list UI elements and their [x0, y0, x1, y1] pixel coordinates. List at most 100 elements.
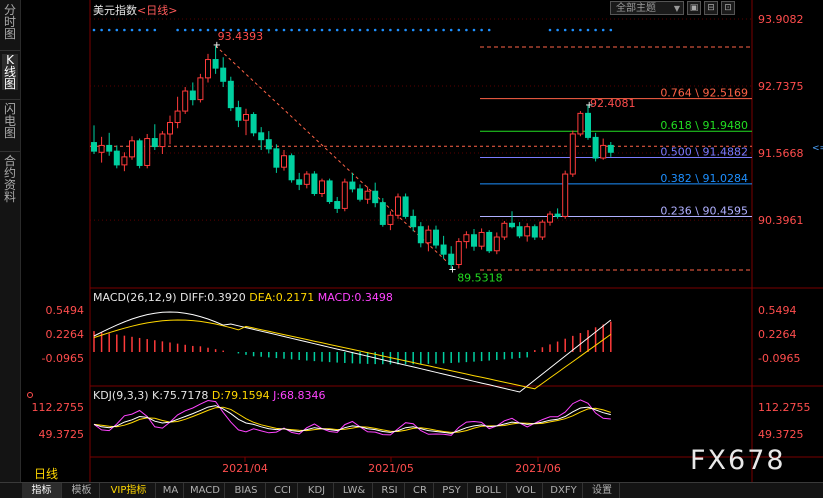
candle-body: [174, 110, 181, 124]
low-annotation: 89.5318: [457, 272, 503, 285]
candle-body: [258, 132, 265, 141]
candle-body: [334, 201, 341, 209]
signal-dot: [328, 28, 331, 32]
signal-dot: [586, 28, 590, 32]
candle-body: [144, 138, 151, 166]
signal-dot: [176, 28, 179, 32]
macd-axis-label: 0.2264: [758, 328, 797, 341]
tab-设置[interactable]: 设置: [585, 483, 620, 498]
period-label[interactable]: 日线: [34, 465, 58, 482]
tab-指标[interactable]: 指标: [22, 483, 62, 498]
signal-dot: [556, 28, 559, 32]
signal-dot: [343, 28, 347, 32]
candle-body: [227, 80, 234, 109]
tab-模板[interactable]: 模板: [64, 483, 100, 498]
signal-dot: [563, 28, 567, 32]
signal-dot: [123, 28, 126, 32]
instrument-name: 美元指数: [93, 4, 137, 17]
candle-body: [243, 114, 249, 121]
candle-body: [379, 202, 386, 225]
fib-label: 0.618 \ 91.9480: [660, 119, 748, 132]
tab-cr[interactable]: CR: [407, 483, 434, 498]
signal-dot: [579, 28, 582, 32]
candle-body: [167, 122, 173, 135]
price-axis-label: 93.9082: [758, 13, 804, 26]
tab-lw-[interactable]: LW&: [336, 483, 373, 498]
candle-body: [212, 59, 219, 69]
trend-line: [215, 45, 452, 267]
candle-body: [448, 253, 455, 265]
tab-vol[interactable]: VOL: [509, 483, 543, 498]
signal-dot: [396, 28, 400, 32]
tab-kdj[interactable]: KDJ: [300, 483, 334, 498]
candle-body: [311, 173, 318, 195]
tab-psy[interactable]: PSY: [436, 483, 468, 498]
signal-dot: [351, 28, 354, 32]
kdj-k-line: [93, 405, 611, 434]
candle-body: [493, 236, 500, 252]
signal-dot: [594, 28, 597, 32]
signal-dot: [548, 28, 552, 32]
candle-body: [326, 180, 333, 203]
candle-body: [531, 226, 538, 238]
candle-body: [296, 179, 303, 185]
signal-dot: [373, 28, 377, 32]
kdj-d: D:79.1594: [211, 389, 270, 402]
tab-bias[interactable]: BIAS: [227, 483, 266, 498]
candle-body: [547, 213, 553, 223]
signal-dot: [487, 28, 491, 32]
tab-ma[interactable]: MA: [158, 483, 184, 498]
price-axis-label: 92.7375: [758, 80, 804, 93]
candle-body: [387, 214, 394, 225]
signal-dot: [480, 28, 483, 32]
tab-boll[interactable]: BOLL: [470, 483, 507, 498]
candle-body: [455, 241, 462, 265]
tab-rsi[interactable]: RSI: [375, 483, 405, 498]
recent-high-marker: +: [585, 100, 593, 111]
macd-dea: DEA:0.2171: [249, 291, 315, 304]
x-axis-label: 2021/05: [368, 462, 414, 475]
tab-cci[interactable]: CCI: [268, 483, 298, 498]
signal-dot: [449, 28, 453, 32]
candle-body: [463, 234, 470, 243]
tab-macd[interactable]: MACD: [186, 483, 225, 498]
candle-body: [501, 222, 508, 238]
candle-body: [220, 67, 227, 82]
theme-dropdown[interactable]: 全部主题 ▼: [610, 1, 684, 15]
candle-body: [433, 229, 439, 246]
candle-body: [151, 138, 158, 148]
fib-label: 0.500 \ 91.4882: [660, 146, 748, 159]
window-restore-icon[interactable]: ▣: [687, 1, 701, 15]
signal-dot: [366, 28, 369, 32]
minimize-icon[interactable]: ⊟: [704, 1, 718, 15]
low-marker: +: [448, 265, 456, 276]
kdj-k: K:75.7178: [152, 389, 209, 402]
candle-body: [159, 133, 166, 148]
candle-body: [471, 234, 477, 247]
signal-dot: [335, 28, 339, 32]
tab-dxfy[interactable]: DXFY: [545, 483, 583, 498]
signal-dot: [290, 28, 293, 32]
candle-body: [281, 155, 287, 168]
signal-dot: [191, 28, 195, 32]
candle-body: [562, 173, 569, 217]
candle-body: [189, 90, 196, 101]
macd-axis-label-left: 0.2264: [46, 328, 85, 341]
candle-body: [478, 231, 485, 247]
tab-vip指标[interactable]: VIP指标: [102, 483, 156, 498]
fib-label: 0.382 \ 91.0284: [660, 172, 748, 185]
fib-label: 0.764 \ 92.5169: [660, 87, 748, 100]
signal-dot: [145, 28, 149, 32]
candle-body: [364, 190, 371, 200]
candle-body: [440, 244, 447, 255]
signal-dot: [457, 28, 461, 32]
signal-dot: [267, 28, 271, 32]
signal-dot: [411, 28, 415, 32]
instrument-title: 美元指数<日线>: [93, 2, 177, 18]
candle-body: [98, 144, 105, 153]
candle-body: [136, 140, 143, 166]
signal-dot: [601, 28, 605, 32]
candle-body: [425, 229, 432, 244]
maximize-icon[interactable]: ⊡: [721, 1, 735, 15]
period-indicator[interactable]: <日线>: [137, 4, 177, 17]
